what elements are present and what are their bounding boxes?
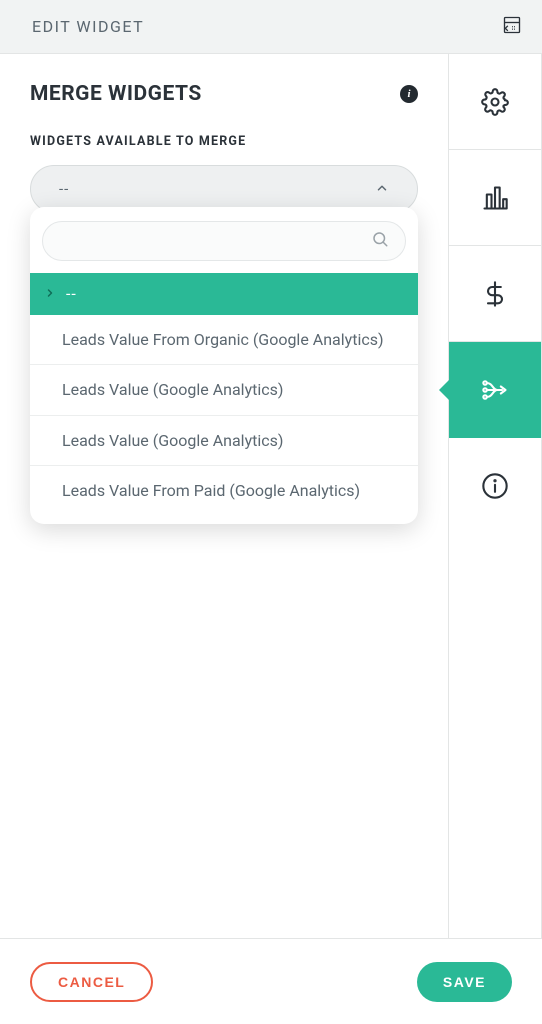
page-title: EDIT WIDGET: [32, 17, 144, 36]
merge-options-list: -- Leads Value From Organic (Google Analy…: [30, 273, 418, 516]
sidebar-item-chart[interactable]: [449, 150, 541, 246]
info-icon[interactable]: i: [400, 85, 418, 103]
merge-dropdown-panel: -- Leads Value From Organic (Google Analy…: [30, 207, 418, 524]
merge-option-label: Leads Value (Google Analytics): [62, 430, 283, 452]
sidebar-item-settings[interactable]: [449, 54, 541, 150]
sidebar: [448, 54, 542, 938]
chevron-up-icon: [375, 180, 389, 199]
merge-field-label: WIDGETS AVAILABLE TO MERGE: [30, 134, 418, 149]
sidebar-item-info[interactable]: [449, 438, 541, 534]
sidebar-item-merge[interactable]: [449, 342, 541, 438]
dropdown-search-input[interactable]: [59, 233, 371, 249]
merge-dropdown[interactable]: --: [30, 165, 418, 213]
merge-option[interactable]: Leads Value (Google Analytics): [30, 365, 418, 416]
merge-dropdown-wrap: -- --Leads Value From Organic (Google An…: [30, 165, 418, 213]
search-icon: [371, 230, 389, 252]
dropdown-search[interactable]: [42, 221, 406, 261]
main-content: MERGE WIDGETS i WIDGETS AVAILABLE TO MER…: [0, 54, 448, 938]
section-header: MERGE WIDGETS i: [30, 82, 418, 106]
merge-option-label: Leads Value From Organic (Google Analyti…: [62, 329, 384, 351]
cancel-button[interactable]: CANCEL: [30, 962, 153, 1002]
section-title: MERGE WIDGETS: [30, 82, 202, 106]
merge-option[interactable]: Leads Value From Paid (Google Analytics): [30, 466, 418, 516]
merge-option-label: Leads Value From Paid (Google Analytics): [62, 480, 360, 502]
sidebar-item-currency[interactable]: [449, 246, 541, 342]
app-header: EDIT WIDGET: [0, 0, 542, 54]
merge-option[interactable]: Leads Value From Organic (Google Analyti…: [30, 315, 418, 366]
merge-option-label: Leads Value (Google Analytics): [62, 379, 283, 401]
merge-option[interactable]: Leads Value (Google Analytics): [30, 416, 418, 467]
footer: CANCEL SAVE: [0, 938, 542, 1024]
chevron-right-icon: [44, 283, 56, 305]
merge-option[interactable]: --: [30, 273, 418, 315]
merge-dropdown-value: --: [59, 180, 69, 198]
save-button[interactable]: SAVE: [417, 962, 512, 1002]
body-area: MERGE WIDGETS i WIDGETS AVAILABLE TO MER…: [0, 54, 542, 938]
layout-icon[interactable]: [502, 15, 522, 39]
merge-option-label: --: [66, 283, 77, 305]
